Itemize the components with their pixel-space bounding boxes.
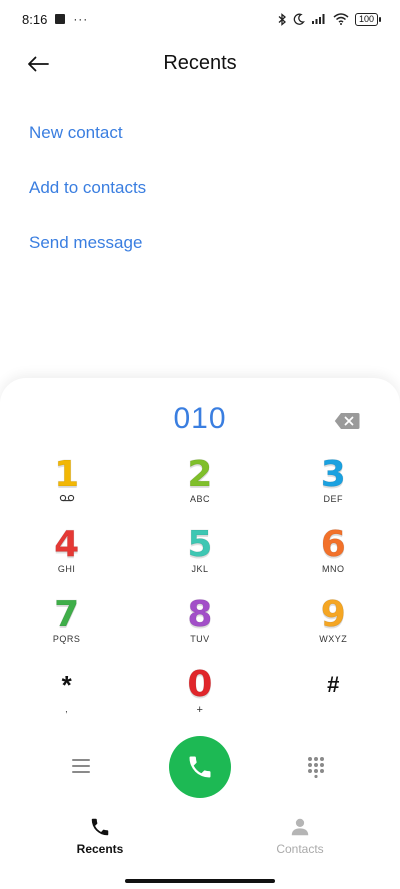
key-letters: JKL bbox=[191, 564, 209, 574]
key-9[interactable]: 9 WXYZ bbox=[267, 594, 400, 666]
key-digit: # bbox=[327, 672, 340, 697]
key-letters: ABC bbox=[189, 494, 210, 504]
key-digit: * bbox=[61, 670, 72, 700]
status-right: 100 bbox=[278, 12, 382, 26]
key-star[interactable]: * , bbox=[0, 666, 133, 736]
key-hash[interactable]: # bbox=[267, 666, 400, 736]
bluetooth-icon bbox=[278, 12, 286, 26]
page-title: Recents bbox=[163, 52, 237, 74]
key-letters: WXYZ bbox=[319, 634, 348, 644]
menu-button[interactable] bbox=[72, 758, 94, 776]
key-letters: MNO bbox=[321, 564, 345, 574]
key-6[interactable]: 6 MNO bbox=[267, 524, 400, 596]
key-letters: DEF bbox=[323, 494, 343, 504]
tab-recents[interactable]: Recents bbox=[0, 816, 200, 864]
send-message-link[interactable]: Send message bbox=[29, 230, 146, 285]
status-left: 8:16 ··· bbox=[22, 12, 88, 27]
tab-label: Recents bbox=[76, 842, 124, 856]
add-to-contacts-link[interactable]: Add to contacts bbox=[29, 175, 146, 230]
dialpad-icon bbox=[308, 757, 324, 779]
dialer-controls bbox=[0, 736, 400, 798]
backspace-icon bbox=[334, 413, 360, 429]
keypad-row: 7 PQRS 8 TUV 9 WXYZ bbox=[0, 594, 400, 666]
more-notifications-icon: ··· bbox=[73, 12, 89, 26]
key-digit: 2 bbox=[187, 454, 213, 495]
key-digit: 5 bbox=[187, 524, 213, 565]
key-letters: + bbox=[196, 704, 204, 716]
key-7[interactable]: 7 PQRS bbox=[0, 594, 133, 666]
keypad-row: * , 0 + # bbox=[0, 664, 400, 736]
key-digit: 1 bbox=[54, 454, 80, 495]
key-4[interactable]: 4 GHI bbox=[0, 524, 133, 596]
key-letters: , bbox=[65, 704, 69, 714]
person-icon bbox=[291, 818, 309, 836]
notification-icon bbox=[55, 14, 66, 24]
phone-icon bbox=[189, 756, 211, 778]
moon-icon bbox=[293, 13, 305, 25]
key-digit: 4 bbox=[54, 524, 80, 565]
dialer-panel: 010 1 2 ABC 3 DEF 4 GHI 5 JKL 6 MNO 7 PQ… bbox=[0, 378, 400, 889]
key-digit: 8 bbox=[187, 594, 213, 635]
key-5[interactable]: 5 JKL bbox=[133, 524, 266, 596]
key-2[interactable]: 2 ABC bbox=[133, 454, 266, 526]
menu-icon bbox=[72, 759, 90, 773]
action-list: New contact Add to contacts Send message bbox=[29, 120, 146, 285]
phone-icon bbox=[91, 818, 109, 836]
bottom-tab-bar: Recents Contacts bbox=[0, 816, 400, 864]
status-bar: 8:16 ··· 100 bbox=[0, 0, 400, 38]
key-1[interactable]: 1 bbox=[0, 454, 133, 526]
keypad-row: 4 GHI 5 JKL 6 MNO bbox=[0, 524, 400, 596]
wifi-icon bbox=[333, 13, 349, 25]
key-letters: GHI bbox=[57, 564, 76, 574]
keypad: 1 2 ABC 3 DEF 4 GHI 5 JKL 6 MNO 7 PQRS 8… bbox=[0, 454, 400, 736]
signal-icon bbox=[311, 14, 325, 24]
key-letters: PQRS bbox=[52, 634, 81, 644]
keypad-row: 1 2 ABC 3 DEF bbox=[0, 454, 400, 526]
key-digit: 9 bbox=[320, 594, 346, 635]
header: Recents bbox=[0, 44, 400, 84]
key-0[interactable]: 0 + bbox=[133, 664, 266, 736]
backspace-button[interactable] bbox=[334, 412, 360, 430]
key-letters: TUV bbox=[190, 634, 210, 644]
dialpad-toggle-button[interactable] bbox=[306, 756, 326, 779]
key-digit: 6 bbox=[320, 524, 346, 565]
key-digit: 3 bbox=[320, 454, 346, 495]
key-digit: 0 bbox=[187, 664, 213, 705]
call-button[interactable] bbox=[169, 736, 231, 798]
new-contact-link[interactable]: New contact bbox=[29, 120, 146, 175]
battery-icon: 100 bbox=[354, 12, 382, 26]
voicemail-icon bbox=[59, 494, 75, 506]
key-digit: 7 bbox=[54, 594, 80, 635]
home-indicator[interactable] bbox=[125, 879, 275, 883]
status-time: 8:16 bbox=[22, 11, 48, 27]
tab-contacts[interactable]: Contacts bbox=[200, 816, 400, 864]
key-8[interactable]: 8 TUV bbox=[133, 594, 266, 666]
key-3[interactable]: 3 DEF bbox=[267, 454, 400, 526]
tab-label: Contacts bbox=[276, 842, 324, 856]
